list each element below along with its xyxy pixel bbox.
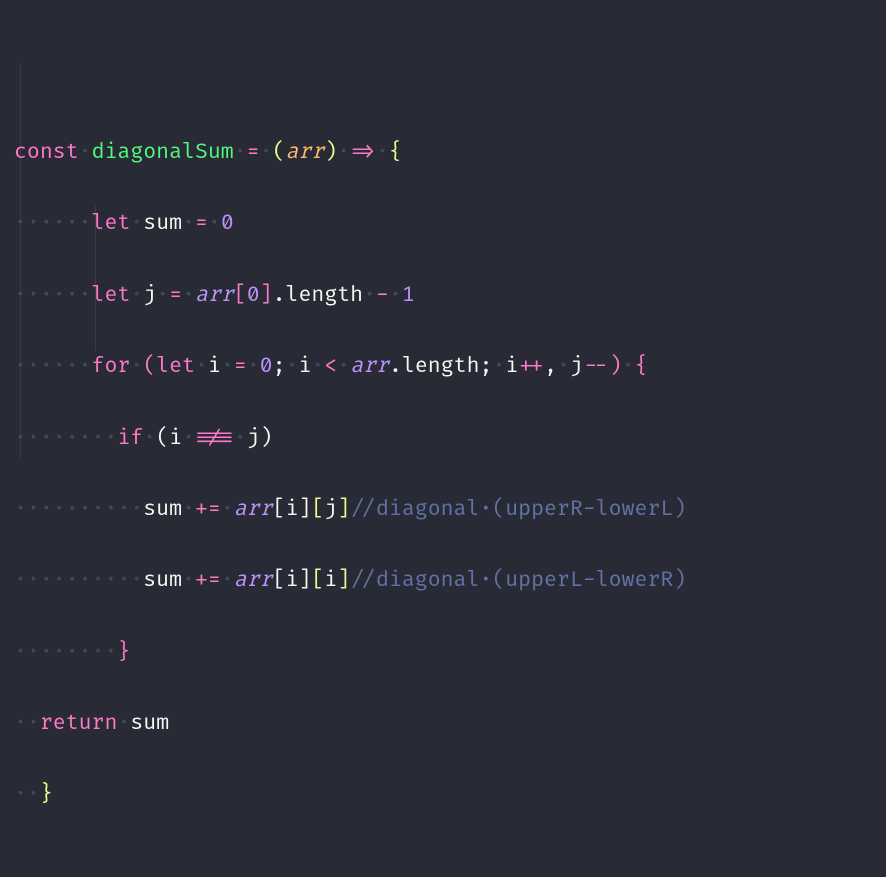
paren: ) [260, 426, 273, 451]
identifier: i [208, 354, 221, 379]
bracket: [ [311, 497, 324, 522]
keyword: for [92, 354, 131, 379]
identifier: i [324, 568, 337, 593]
operator: = [247, 140, 260, 165]
number: 0 [221, 211, 234, 236]
code-line: ··return·sum [14, 706, 872, 742]
operator: = [195, 211, 208, 236]
code-block: const·diagonalSum·=·(arr)·=>·{ ······let… [0, 0, 886, 877]
keyword: let [92, 211, 131, 236]
identifier: j [570, 354, 583, 379]
code-line: ······let·sum·=·0 [14, 206, 872, 242]
brace: { [389, 140, 402, 165]
bracket: ] [298, 568, 311, 593]
code-line: ··········sum·+=·arr[i][i]//diagonal·(up… [14, 563, 872, 599]
keyword: let [156, 354, 195, 379]
identifier: i [505, 354, 518, 379]
function-name: diagonalSum [92, 140, 234, 165]
bracket: ] [298, 497, 311, 522]
number: 1 [402, 283, 415, 308]
paren: ) [609, 354, 622, 379]
number: 0 [247, 283, 260, 308]
paren: ( [273, 140, 286, 165]
paren: ( [143, 354, 156, 379]
identifier: arr [350, 354, 389, 379]
comment: //diagonal·(upperL-lowerR) [350, 568, 686, 593]
property: length [402, 354, 480, 379]
identifier: i [285, 568, 298, 593]
comment: //diagonal·(upperR-lowerL) [350, 497, 686, 522]
operator: -- [583, 354, 609, 379]
parameter: arr [285, 140, 324, 165]
operator: = [234, 354, 247, 379]
operator: += [195, 497, 221, 522]
identifier: arr [234, 568, 273, 593]
identifier: sum [143, 211, 182, 236]
paren: ( [156, 426, 169, 451]
keyword: return [40, 711, 118, 736]
operator: - [376, 283, 389, 308]
keyword: if [117, 426, 143, 451]
bracket: [ [273, 568, 286, 593]
code-line: ········} [14, 635, 872, 671]
operator: = [169, 283, 182, 308]
code-line: ······for·(let·i·=·0;·i·<·arr.length;·i+… [14, 349, 872, 385]
identifier: j [324, 497, 337, 522]
arrow: => [350, 140, 376, 165]
indent-guide [20, 63, 21, 458]
code-line: ······let·j·=·arr[0].length·-·1 [14, 278, 872, 314]
code-line: const·diagonalSum·=·(arr)·=>·{ [14, 135, 872, 171]
brace: } [117, 640, 130, 665]
identifier: sum [143, 497, 182, 522]
brace: { [635, 354, 648, 379]
identifier: arr [195, 283, 234, 308]
identifier: i [169, 426, 182, 451]
operator: ++ [518, 354, 544, 379]
operator: !== [195, 426, 234, 451]
bracket: ] [337, 568, 350, 593]
keyword: let [92, 283, 131, 308]
bracket: [ [273, 497, 286, 522]
identifier: j [143, 283, 156, 308]
code-line: ········if·(i·!==·j) [14, 421, 872, 457]
bracket: ] [260, 283, 273, 308]
bracket: [ [311, 568, 324, 593]
identifier: arr [234, 497, 273, 522]
property: length [286, 283, 364, 308]
identifier: j [247, 426, 260, 451]
code-line: ··} [14, 777, 872, 813]
operator: += [195, 568, 221, 593]
bracket: [ [234, 283, 247, 308]
identifier: i [298, 354, 311, 379]
identifier: i [285, 497, 298, 522]
keyword: const [14, 140, 79, 165]
code-line: ··········sum·+=·arr[i][j]//diagonal·(up… [14, 492, 872, 528]
paren: ) [324, 140, 337, 165]
bracket: ] [337, 497, 350, 522]
brace: } [40, 782, 53, 807]
operator: < [324, 354, 337, 379]
identifier: sum [130, 711, 169, 736]
number: 0 [260, 354, 273, 379]
identifier: sum [143, 568, 182, 593]
